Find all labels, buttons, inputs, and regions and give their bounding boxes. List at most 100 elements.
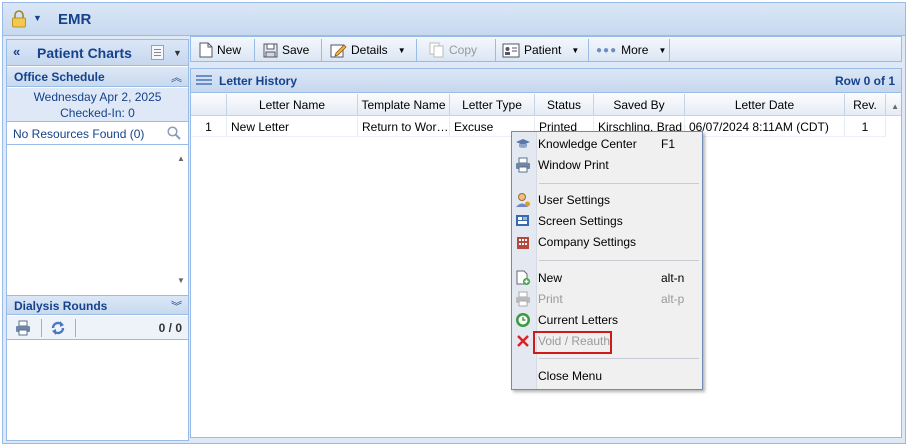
patient-charts-header: « Patient Charts ▼ [7,40,188,66]
cell-letter-date[interactable]: 06/07/2024 8:11AM (CDT) [685,117,845,137]
toolbar-divider [495,39,496,61]
app-title: EMR [58,11,92,28]
letter-history-header: Letter History Row 0 of 1 [191,69,901,93]
menu-item-user-settings[interactable]: User Settings [512,190,702,210]
column-header-letter-date[interactable]: Letter Date [685,94,845,116]
patient-button[interactable]: Patient ▼ [502,40,579,60]
resources-row: No Resources Found (0) [7,123,188,145]
column-header-template-name[interactable]: Template Name [358,94,450,116]
graduation-cap-icon [516,139,530,148]
patient-charts-menu-caret-icon[interactable]: ▼ [173,48,182,58]
toolbar-divider [41,319,42,337]
toolbar-divider [75,319,76,337]
column-header-letter-type[interactable]: Letter Type [450,94,535,116]
column-header-status[interactable]: Status [535,94,594,116]
dialysis-rounds-header[interactable]: Dialysis Rounds ︾ [7,295,188,315]
copy-icon [429,42,444,58]
new-button-label: New [217,43,242,57]
printer-icon[interactable] [15,320,31,336]
chevron-down-icon: ▼ [658,45,667,55]
cell-template-name[interactable]: Return to Wor… [358,117,450,137]
menu-separator [539,260,699,261]
menu-label: Company Settings [538,235,637,249]
menu-item-new[interactable]: New alt-n [512,268,702,288]
copy-button[interactable]: Copy [429,40,477,60]
menu-separator [539,183,699,184]
close-icon [517,335,529,347]
menu-item-window-print[interactable]: Window Print [512,155,702,175]
menu-item-knowledge-center[interactable]: Knowledge Center F1 [512,134,702,154]
list-icon [196,75,212,87]
schedule-date: Wednesday Apr 2, 2025 [33,90,162,104]
menu-label: New [538,271,563,285]
chevron-down-icon: ▼ [571,45,580,55]
menu-label: Current Letters [538,313,619,327]
main-toolbar: New Save Details ▼ Copy Patient ▼ ●●● Mo… [190,36,902,62]
menu-label: Screen Settings [538,214,623,228]
toolbar-divider [321,39,322,61]
dialysis-count: 0 / 0 [158,321,182,335]
column-header-rev[interactable]: Rev. [845,94,886,116]
collapse-left-icon[interactable]: « [13,44,20,59]
row-counter: Row 0 of 1 [834,74,895,88]
menu-item-screen-settings[interactable]: Screen Settings [512,211,702,231]
new-document-icon [199,42,213,58]
search-icon[interactable] [167,126,181,140]
cell-letter-name[interactable]: New Letter [227,117,358,137]
toolbar-divider [254,39,255,61]
screen-settings-icon [516,215,529,226]
scroll-down-arrow-icon[interactable]: ▼ [177,276,185,285]
save-button[interactable]: Save [263,40,309,60]
letter-history-title: Letter History [219,74,298,88]
menu-shortcut: alt-p [661,292,685,306]
no-resources-label: No Resources Found (0) [13,127,145,141]
office-schedule-header[interactable]: Office Schedule ︽ [7,67,188,87]
lock-menu-caret-icon[interactable]: ▼ [33,13,42,23]
new-button[interactable]: New [199,40,241,60]
dialysis-rounds-title: Dialysis Rounds [14,299,108,313]
grid-column-headers: Letter Name Template Name Letter Type St… [191,94,901,116]
refresh-icon[interactable] [49,319,67,337]
lock-icon[interactable] [11,10,27,28]
menu-item-print[interactable]: Print alt-p [512,289,702,309]
patient-charts-title[interactable]: Patient Charts [37,45,132,61]
more-dots-icon: ●●● [596,44,618,56]
details-button[interactable]: Details ▼ [330,40,406,60]
expand-down-icon[interactable]: ︾ [171,298,182,314]
app-header: ▼ EMR [3,3,905,36]
save-icon [263,43,278,57]
details-edit-icon [330,43,347,57]
column-header-letter-name[interactable]: Letter Name [227,94,358,116]
collapse-up-icon[interactable]: ︽ [171,69,182,85]
printer-icon [516,291,530,307]
column-header-rownum [191,94,227,116]
details-button-label: Details [351,43,388,57]
menu-label: Knowledge Center [538,137,637,151]
chevron-down-icon: ▼ [397,45,406,55]
current-letters-icon [516,313,530,327]
menu-label: Window Print [538,158,609,172]
dialysis-toolbar: 0 / 0 [7,316,188,340]
office-schedule-info: Wednesday Apr 2, 2025 Checked-In: 0 [7,88,188,122]
context-menu: Knowledge Center F1 Window Print User Se… [511,131,703,390]
building-icon [517,237,529,249]
column-header-saved-by[interactable]: Saved By [594,94,685,116]
menu-item-current-letters[interactable]: Current Letters [512,310,702,330]
printer-icon [516,157,530,173]
checked-in-count: Checked-In: 0 [60,106,135,120]
copy-button-label: Copy [449,43,478,57]
scroll-up-arrow-icon[interactable]: ▲ [891,102,899,111]
menu-item-company-settings[interactable]: Company Settings [512,232,702,252]
menu-label: Close Menu [538,369,603,383]
void-reauth-highlight-box [533,331,612,354]
cell-rev[interactable]: 1 [845,117,886,137]
more-button[interactable]: ●●● More ▼ [596,40,666,60]
new-document-icon [516,270,530,285]
save-button-label: Save [282,43,310,57]
patient-card-icon [502,43,520,57]
menu-item-close-menu[interactable]: Close Menu [512,366,702,386]
menu-separator [539,358,699,359]
toolbar-divider [588,39,589,61]
list-view-icon[interactable] [151,45,164,60]
scroll-up-arrow-icon[interactable]: ▲ [177,154,185,163]
